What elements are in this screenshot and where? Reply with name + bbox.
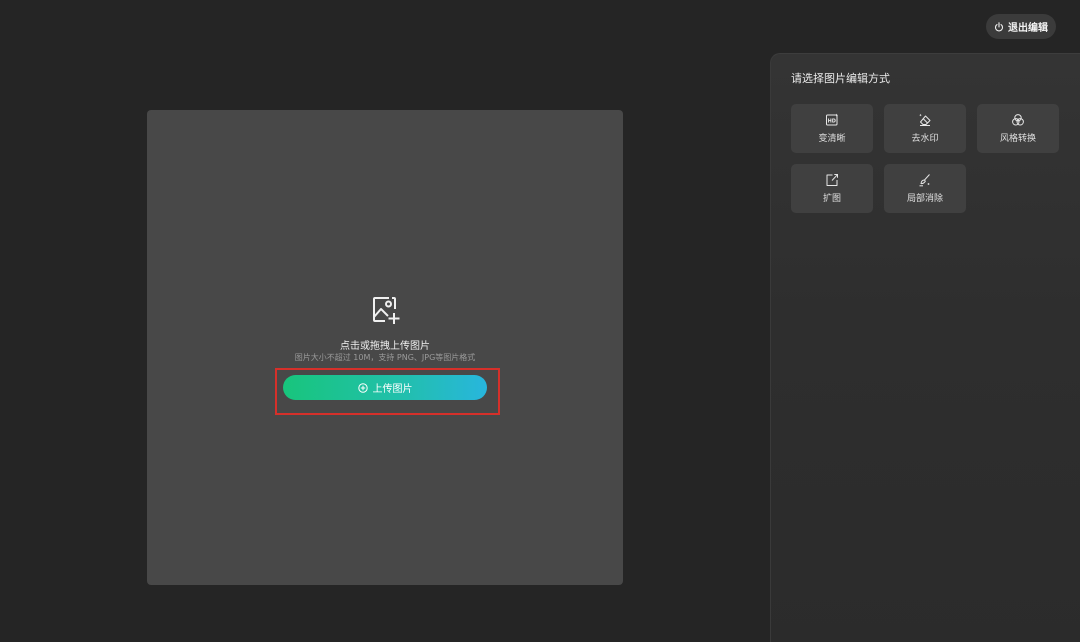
tool-style-transfer-button[interactable]: 风格转换 (977, 104, 1059, 153)
tool-label: 去水印 (911, 134, 939, 144)
edit-mode-panel: 请选择图片编辑方式 HD 变清晰 去水印 风格转换 扩图 局部消除 (770, 53, 1080, 642)
upload-image-label: 上传图片 (372, 384, 413, 395)
exit-edit-label: 退出编辑 (1008, 23, 1048, 34)
upload-title: 点击或拖拽上传图片 (340, 341, 430, 352)
eraser-icon (919, 113, 931, 126)
tool-label: 局部消除 (906, 194, 943, 204)
panel-title: 请选择图片编辑方式 (791, 72, 890, 85)
brush-erase-icon (919, 174, 930, 187)
upload-dropzone[interactable]: 点击或拖拽上传图片 图片大小不超过 10M，支持 PNG、JPG等图片格式 上传… (147, 110, 623, 585)
expand-image-icon (826, 174, 838, 186)
exit-edit-button[interactable]: 退出编辑 (986, 14, 1056, 39)
image-editor-app: 退出编辑 点击或拖拽上传图片 图片大小不超过 10M，支持 PNG、JPG等图片… (0, 0, 1080, 642)
upload-hint: 图片大小不超过 10M，支持 PNG、JPG等图片格式 (294, 353, 476, 362)
tool-partial-erase-button[interactable]: 局部消除 (884, 164, 966, 213)
tool-expand-image-button[interactable]: 扩图 (791, 164, 873, 213)
style-circles-icon (1012, 114, 1024, 126)
image-add-icon (373, 297, 400, 324)
tool-enhance-button[interactable]: HD 变清晰 (791, 104, 873, 153)
tool-label: 风格转换 (999, 134, 1036, 144)
power-icon (994, 21, 1004, 32)
upload-image-button[interactable]: 上传图片 (283, 375, 487, 400)
tool-label: 扩图 (822, 194, 841, 204)
svg-text:HD: HD (828, 119, 836, 125)
tool-label: 变清晰 (818, 134, 846, 144)
tool-remove-watermark-button[interactable]: 去水印 (884, 104, 966, 153)
hd-icon: HD (826, 113, 838, 126)
plus-circle-icon (357, 382, 368, 393)
